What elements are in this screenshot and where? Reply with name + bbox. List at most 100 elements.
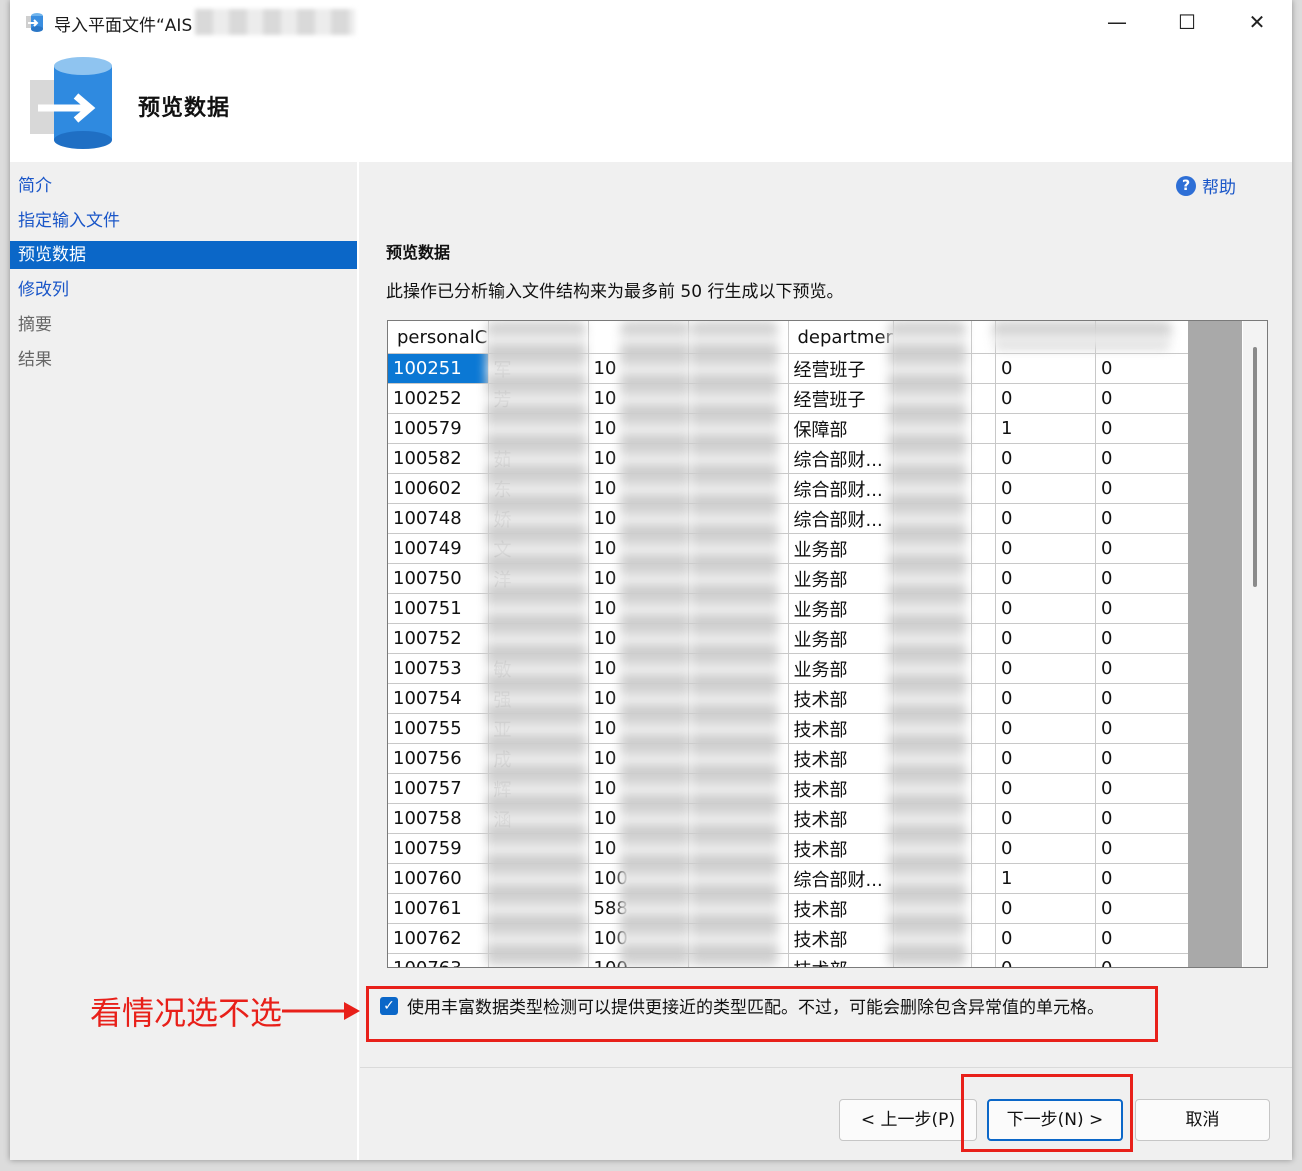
table-cell[interactable] — [971, 923, 996, 954]
table-cell[interactable]: 100751 — [388, 593, 489, 624]
table-cell[interactable]: 技术部 — [788, 833, 894, 864]
table-cell[interactable]: 100602 — [388, 473, 489, 504]
table-cell[interactable]: 0 — [1095, 383, 1194, 414]
table-cell[interactable]: 0 — [1095, 503, 1194, 534]
table-cell[interactable] — [971, 593, 996, 624]
nav-item-preview-data[interactable]: 预览数据 — [10, 241, 357, 269]
table-cell[interactable]: 0 — [1095, 923, 1194, 954]
table-cell[interactable]: 技术部 — [788, 773, 894, 804]
close-button[interactable]: ✕ — [1234, 6, 1280, 38]
table-cell[interactable]: 0 — [1095, 533, 1194, 564]
table-cell[interactable]: 100759 — [388, 833, 489, 864]
vertical-scrollbar[interactable] — [1243, 321, 1267, 967]
table-cell[interactable]: 0 — [995, 503, 1096, 534]
table-cell[interactable]: 0 — [995, 383, 1096, 414]
table-cell[interactable] — [971, 443, 996, 474]
table-cell[interactable]: 0 — [1095, 413, 1194, 444]
table-cell[interactable]: 0 — [1095, 593, 1194, 624]
table-cell[interactable]: 0 — [1095, 623, 1194, 654]
table-cell[interactable]: 100753 — [388, 653, 489, 684]
table-cell[interactable]: 0 — [1095, 863, 1194, 894]
table-cell[interactable]: 0 — [995, 353, 1096, 384]
column-header[interactable]: departmer — [788, 321, 894, 354]
table-cell[interactable]: 100252 — [388, 383, 489, 414]
table-cell[interactable]: 100748 — [388, 503, 489, 534]
table-cell[interactable]: 技术部 — [788, 713, 894, 744]
table-cell[interactable] — [971, 353, 996, 384]
table-cell[interactable]: 业务部 — [788, 623, 894, 654]
table-cell[interactable]: 综合部财... — [788, 443, 894, 474]
cancel-button[interactable]: 取消 — [1135, 1099, 1270, 1141]
table-cell[interactable]: 技术部 — [788, 683, 894, 714]
table-cell[interactable] — [971, 683, 996, 714]
back-button[interactable]: < 上一步(P) — [839, 1099, 977, 1141]
table-cell[interactable] — [971, 863, 996, 894]
table-cell[interactable] — [971, 383, 996, 414]
table-cell[interactable] — [971, 413, 996, 444]
table-cell[interactable]: 0 — [1095, 803, 1194, 834]
minimize-button[interactable]: — — [1094, 6, 1140, 38]
table-cell[interactable] — [971, 473, 996, 504]
table-cell[interactable]: 0 — [995, 683, 1096, 714]
table-cell[interactable]: 技术部 — [788, 743, 894, 774]
table-cell[interactable]: 0 — [995, 773, 1096, 804]
table-cell[interactable]: 0 — [995, 743, 1096, 774]
table-cell[interactable]: 综合部财... — [788, 473, 894, 504]
table-cell[interactable]: 100760 — [388, 863, 489, 894]
table-cell[interactable]: 0 — [1095, 953, 1194, 967]
table-cell[interactable]: 0 — [995, 533, 1096, 564]
table-cell[interactable]: 0 — [1095, 473, 1194, 504]
table-cell[interactable]: 0 — [1095, 773, 1194, 804]
scrollbar-thumb[interactable] — [1253, 347, 1257, 587]
table-cell[interactable]: 0 — [995, 893, 1096, 924]
table-cell[interactable]: 0 — [1095, 653, 1194, 684]
table-cell[interactable]: 0 — [1095, 563, 1194, 594]
table-cell[interactable]: 1 — [995, 863, 1096, 894]
table-cell[interactable]: 0 — [995, 923, 1096, 954]
table-cell[interactable]: 0 — [995, 803, 1096, 834]
nav-item-intro[interactable]: 简介 — [10, 172, 357, 200]
table-cell[interactable]: 100754 — [388, 683, 489, 714]
table-cell[interactable]: 业务部 — [788, 653, 894, 684]
table-cell[interactable]: 经营班子 — [788, 383, 894, 414]
table-cell[interactable]: 0 — [1095, 443, 1194, 474]
nav-item-modify-columns[interactable]: 修改列 — [10, 276, 357, 304]
table-cell[interactable]: 0 — [995, 623, 1096, 654]
table-cell[interactable]: 0 — [1095, 683, 1194, 714]
table-cell[interactable] — [971, 653, 996, 684]
table-cell[interactable]: 1 — [995, 413, 1096, 444]
table-cell[interactable]: 100762 — [388, 923, 489, 954]
table-cell[interactable] — [971, 803, 996, 834]
table-cell[interactable]: 100756 — [388, 743, 489, 774]
table-cell[interactable]: 保障部 — [788, 413, 894, 444]
table-cell[interactable]: 技术部 — [788, 923, 894, 954]
table-cell[interactable] — [971, 833, 996, 864]
table-cell[interactable]: 0 — [995, 833, 1096, 864]
table-cell[interactable]: 100752 — [388, 623, 489, 654]
table-cell[interactable]: 业务部 — [788, 563, 894, 594]
nav-item-input-file[interactable]: 指定输入文件 — [10, 207, 357, 235]
table-cell[interactable] — [971, 953, 996, 967]
table-cell[interactable]: 100582 — [388, 443, 489, 474]
table-cell[interactable]: 0 — [995, 563, 1096, 594]
help-link[interactable]: ? 帮助 — [1176, 173, 1236, 198]
table-cell[interactable] — [971, 713, 996, 744]
table-cell[interactable]: 100755 — [388, 713, 489, 744]
table-cell[interactable]: 0 — [995, 473, 1096, 504]
table-cell[interactable]: 0 — [1095, 833, 1194, 864]
column-header[interactable]: personalC — [388, 321, 489, 354]
table-cell[interactable]: 100757 — [388, 773, 489, 804]
table-cell[interactable]: 业务部 — [788, 533, 894, 564]
table-cell[interactable]: 综合部财... — [788, 503, 894, 534]
table-cell[interactable]: 综合部财... — [788, 863, 894, 894]
table-cell[interactable] — [971, 743, 996, 774]
table-cell[interactable]: 100761 — [388, 893, 489, 924]
table-cell[interactable]: 0 — [995, 593, 1096, 624]
table-cell[interactable] — [971, 773, 996, 804]
table-cell[interactable] — [971, 893, 996, 924]
table-cell[interactable]: 100750 — [388, 563, 489, 594]
table-cell[interactable]: 经营班子 — [788, 353, 894, 384]
table-cell[interactable]: 0 — [995, 443, 1096, 474]
table-cell[interactable]: 业务部 — [788, 593, 894, 624]
table-cell[interactable]: 100251 — [388, 353, 489, 384]
